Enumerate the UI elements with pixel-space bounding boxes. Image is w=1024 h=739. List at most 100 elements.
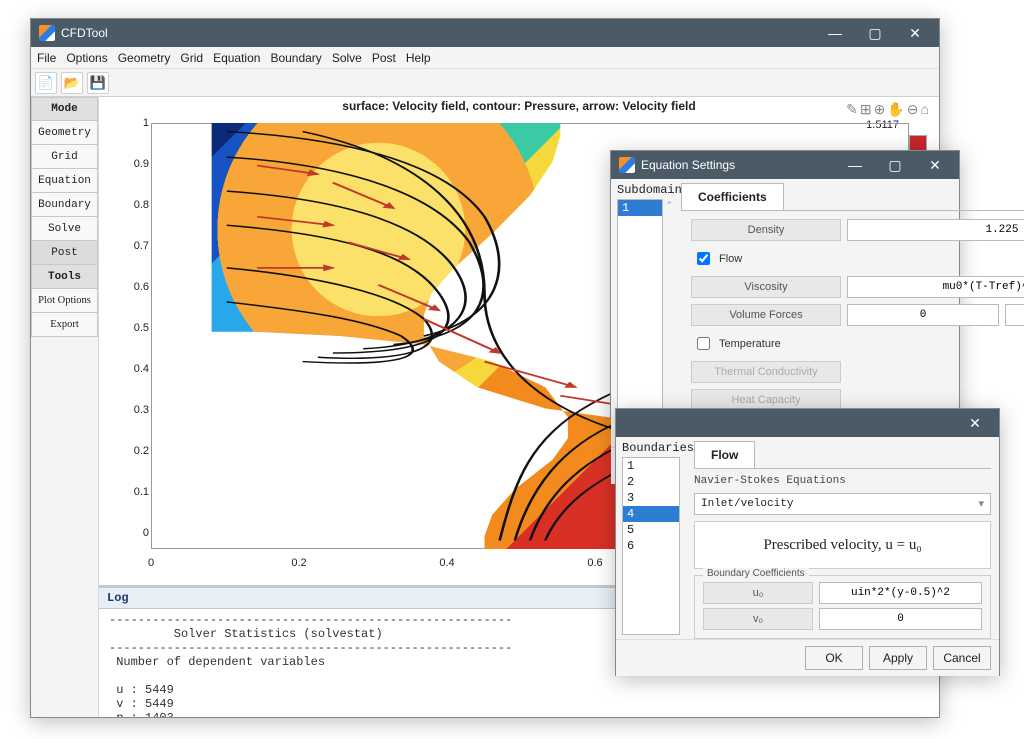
save-icon[interactable]: 💾 [87, 72, 109, 94]
ytick: 1 [129, 117, 149, 129]
volume-forces-label: Volume Forces [691, 304, 841, 326]
boundary-item[interactable]: 2 [623, 474, 679, 490]
menu-file[interactable]: File [37, 51, 56, 65]
eq-titlebar[interactable]: Equation Settings — ▢ ✕ [611, 151, 959, 179]
v0-label: v₀ [703, 608, 813, 630]
boundary-item[interactable]: 5 [623, 522, 679, 538]
maximize-button[interactable]: ▢ [855, 19, 895, 47]
menu-options[interactable]: Options [66, 51, 107, 65]
viscosity-label: Viscosity [691, 276, 841, 298]
ytick: 0.7 [129, 240, 149, 252]
boundaries-list[interactable]: 1 2 3 4 5 6 [622, 457, 680, 635]
menu-equation[interactable]: Equation [213, 51, 260, 65]
equation-settings-dialog: Equation Settings — ▢ ✕ Subdomains: 1 ⌃ … [610, 150, 960, 420]
ytick: 0.8 [129, 199, 149, 211]
thermal-conductivity-label: Thermal Conductivity [691, 361, 841, 383]
eq-close-button[interactable]: ✕ [915, 151, 955, 179]
tab-coefficients[interactable]: Coefficients [681, 183, 784, 210]
sidebar-item-geometry[interactable]: Geometry [31, 121, 98, 145]
v0-input[interactable] [819, 608, 982, 630]
bc-type-select[interactable]: Inlet/velocity [694, 493, 991, 515]
boundaries-label: Boundaries: [622, 441, 680, 455]
data-cursor-icon[interactable]: ⊞ [860, 101, 872, 118]
pan-icon[interactable]: ✋ [887, 101, 904, 118]
bc-cancel-button[interactable]: Cancel [933, 646, 991, 670]
subdomains-list[interactable]: 1 [617, 199, 663, 443]
temperature-checkbox-input[interactable] [697, 337, 710, 350]
ytick: 0.6 [129, 281, 149, 293]
close-button[interactable]: ✕ [895, 19, 935, 47]
sidebar-header-tools: Tools [31, 265, 98, 289]
equation-name: Navier-Stokes Equations [694, 475, 991, 487]
xtick: 0 [148, 557, 154, 569]
main-title: CFDTool [61, 26, 108, 40]
ytick: 0.4 [129, 363, 149, 375]
tab-flow[interactable]: Flow [694, 441, 755, 468]
sidebar-item-solve[interactable]: Solve [31, 217, 98, 241]
sidebar-item-post[interactable]: Post [31, 241, 98, 265]
u0-input[interactable] [819, 582, 982, 604]
app-icon [619, 157, 635, 173]
ytick: 0.9 [129, 158, 149, 170]
sidebar-item-export[interactable]: Export [31, 313, 98, 337]
plot-toolbar: ✎ ⊞ ⊕ ✋ ⊖ ⌂ [846, 101, 929, 118]
ytick: 0.3 [129, 404, 149, 416]
volume-force-y-input[interactable] [1005, 304, 1024, 326]
sidebar-item-plot-options[interactable]: Plot Options [31, 289, 98, 313]
menu-geometry[interactable]: Geometry [118, 51, 171, 65]
zoom-in-icon[interactable]: ⊕ [874, 101, 886, 118]
bc-close-button[interactable]: ✕ [955, 409, 995, 437]
viscosity-input[interactable] [847, 276, 1024, 298]
boundary-item[interactable]: 1 [623, 458, 679, 474]
eq-minimize-button[interactable]: — [835, 151, 875, 179]
bc-ok-button[interactable]: OK [805, 646, 863, 670]
home-icon[interactable]: ⌂ [921, 101, 929, 118]
ytick: 0.5 [129, 322, 149, 334]
density-label: Density [691, 219, 841, 241]
u0-label: u₀ [703, 582, 813, 604]
edit-plot-icon[interactable]: ✎ [846, 101, 858, 118]
menubar: File Options Geometry Grid Equation Boun… [31, 47, 939, 69]
boundary-item[interactable]: 3 [623, 490, 679, 506]
boundary-item[interactable]: 4 [623, 506, 679, 522]
density-input[interactable] [847, 219, 1024, 241]
bc-apply-button[interactable]: Apply [869, 646, 927, 670]
boundary-coeff-legend: Boundary Coefficients [703, 568, 809, 579]
menu-boundary[interactable]: Boundary [270, 51, 321, 65]
sidebar: Mode Geometry Grid Equation Boundary Sol… [31, 97, 99, 717]
sidebar-item-boundary[interactable]: Boundary [31, 193, 98, 217]
menu-solve[interactable]: Solve [332, 51, 362, 65]
boundary-dialog: ✕ Boundaries: 1 2 3 4 5 6 Flow Navier-St… [615, 408, 1000, 676]
eq-title: Equation Settings [641, 158, 735, 172]
eq-maximize-button[interactable]: ▢ [875, 151, 915, 179]
flow-checkbox[interactable]: Flow [691, 247, 1024, 270]
app-icon [39, 25, 55, 41]
main-titlebar[interactable]: CFDTool — ▢ ✕ [31, 19, 939, 47]
sidebar-item-grid[interactable]: Grid [31, 145, 98, 169]
flow-checkbox-label: Flow [719, 253, 742, 265]
xtick: 0.6 [587, 557, 602, 569]
plot-title: surface: Velocity field, contour: Pressu… [99, 99, 939, 113]
new-icon[interactable]: 📄 [35, 72, 57, 94]
menu-post[interactable]: Post [372, 51, 396, 65]
boundary-coefficients: Boundary Coefficients u₀ v₀ [694, 575, 991, 639]
menu-help[interactable]: Help [406, 51, 431, 65]
xtick: 0.2 [291, 557, 306, 569]
volume-force-x-input[interactable] [847, 304, 999, 326]
boundary-item[interactable]: 6 [623, 538, 679, 554]
subdomains-column: Subdomains: 1 ⌃ [611, 179, 681, 447]
boundaries-column: Boundaries: 1 2 3 4 5 6 [616, 437, 686, 639]
toolbar: 📄 📂 💾 [31, 69, 939, 97]
ytick: 0.1 [129, 486, 149, 498]
subdomains-label: Subdomains: [617, 183, 675, 197]
subdomain-item[interactable]: 1 [618, 200, 662, 216]
zoom-out-icon[interactable]: ⊖ [907, 101, 919, 118]
xtick: 0.4 [439, 557, 454, 569]
open-icon[interactable]: 📂 [61, 72, 83, 94]
menu-grid[interactable]: Grid [180, 51, 203, 65]
temperature-checkbox[interactable]: Temperature [691, 332, 1024, 355]
sidebar-item-equation[interactable]: Equation [31, 169, 98, 193]
minimize-button[interactable]: — [815, 19, 855, 47]
bc-titlebar[interactable]: ✕ [616, 409, 999, 437]
flow-checkbox-input[interactable] [697, 252, 710, 265]
